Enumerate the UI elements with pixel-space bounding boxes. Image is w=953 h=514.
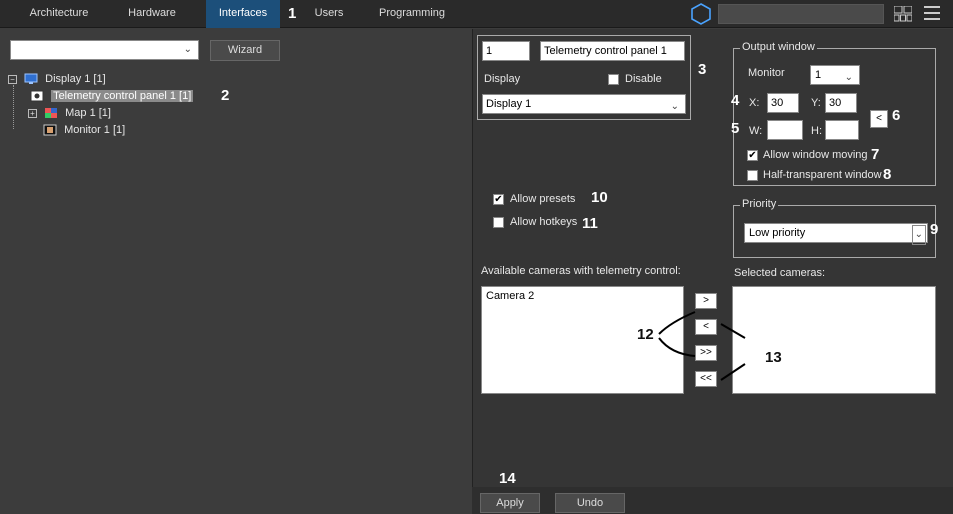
priority-select[interactable]: Low priority ⌄: [744, 223, 928, 245]
annotation-6: 6: [892, 107, 901, 124]
allow-presets-checkbox[interactable]: ✔: [493, 194, 504, 205]
allow-hotkeys-label: Allow hotkeys: [510, 216, 578, 228]
annotation-5: 5: [731, 120, 740, 137]
apply-button[interactable]: Apply: [480, 493, 540, 513]
list-item[interactable]: Camera 2: [486, 290, 679, 302]
output-window-group: Output window Monitor 1 ⌄ X: 30 Y: 30 < …: [733, 41, 936, 186]
y-label: Y:: [811, 97, 821, 109]
properties-panel: 1 Telemetry control panel 1 Display Disa…: [472, 29, 953, 514]
x-field[interactable]: 30: [767, 93, 799, 113]
wizard-button[interactable]: Wizard: [210, 40, 280, 61]
disable-label: Disable: [625, 73, 662, 85]
hexagon-icon[interactable]: [690, 3, 712, 25]
tree-label-selected: Telemetry control panel 1 [1]: [51, 90, 194, 102]
expand-icon[interactable]: +: [28, 108, 37, 118]
allow-moving-checkbox[interactable]: ✔: [747, 150, 758, 161]
priority-title: Priority: [740, 198, 779, 210]
undo-button[interactable]: Undo: [555, 493, 625, 513]
x-label: X:: [749, 97, 760, 109]
display-icon: [24, 73, 38, 85]
top-menu-bar: Architecture Hardware Interfaces Users P…: [0, 0, 953, 28]
annotation-8: 8: [883, 166, 892, 183]
annotation-2: 2: [221, 87, 230, 104]
half-transparent-label: Half-transparent window: [763, 169, 882, 181]
tree-label: Map 1 [1]: [65, 107, 111, 119]
tab-interfaces[interactable]: Interfaces: [206, 0, 280, 28]
name-field[interactable]: Telemetry control panel 1: [540, 41, 685, 61]
search-input[interactable]: [718, 4, 884, 24]
allow-presets-label: Allow presets: [510, 193, 576, 205]
tree-label: Display 1 [1]: [45, 73, 106, 85]
map-icon: [45, 108, 58, 119]
monitor-icon: [43, 124, 57, 136]
annotation-7: 7: [871, 146, 880, 163]
object-type-select[interactable]: ⌄: [10, 40, 199, 60]
annotation-4: 4: [731, 92, 740, 109]
half-transparent-checkbox[interactable]: [747, 170, 758, 181]
action-bar: Apply Undo: [472, 487, 953, 514]
y-field[interactable]: 30: [825, 93, 857, 113]
allow-hotkeys-checkbox[interactable]: [493, 217, 504, 228]
h-label: H:: [811, 125, 822, 137]
monitor-label: Monitor: [748, 67, 785, 79]
display-label: Display: [484, 73, 521, 85]
telemetry-panel-icon: [30, 90, 44, 102]
tree-item-monitor[interactable]: Monitor 1 [1]: [43, 122, 125, 138]
annotation-1: 1: [288, 5, 297, 22]
tab-programming[interactable]: Programming: [366, 0, 458, 28]
general-settings-group: 1 Telemetry control panel 1 Display Disa…: [477, 35, 691, 120]
tree-item-display[interactable]: − Display 1 [1]: [8, 71, 106, 87]
tree-line: [13, 85, 14, 129]
monitor-select[interactable]: 1 ⌄: [810, 65, 860, 85]
collapse-icon[interactable]: −: [8, 74, 17, 84]
tab-architecture[interactable]: Architecture: [18, 0, 100, 28]
chevron-down-icon: ⌄: [670, 101, 679, 112]
tree-item-telemetry-panel[interactable]: Telemetry control panel 1 [1]: [30, 88, 194, 104]
tab-users[interactable]: Users: [304, 0, 354, 28]
object-tree-panel: ⌄ Wizard − Display 1 [1] Telemetry contr…: [0, 29, 471, 514]
h-field[interactable]: [825, 120, 859, 140]
available-cameras-label: Available cameras with telemetry control…: [481, 265, 681, 277]
annotation-14: 14: [499, 470, 516, 487]
chevron-down-icon: ⌄: [183, 44, 192, 55]
annotation-11: 11: [582, 215, 598, 232]
monitor-select-value: 1: [815, 69, 822, 81]
priority-group: Priority Low priority ⌄: [733, 198, 936, 258]
tab-hardware[interactable]: Hardware: [112, 0, 192, 28]
callout-lines: [658, 311, 746, 381]
selected-cameras-label: Selected cameras:: [734, 267, 826, 279]
allow-moving-label: Allow window moving: [763, 149, 868, 161]
reset-size-button[interactable]: <: [870, 110, 888, 128]
annotation-9: 9: [930, 221, 939, 238]
annotation-13: 13: [765, 349, 782, 366]
layout-grid-icon[interactable]: [894, 6, 912, 22]
priority-select-value: Low priority: [749, 227, 806, 239]
tree-item-map[interactable]: + Map 1 [1]: [28, 105, 111, 121]
output-window-title: Output window: [740, 41, 817, 53]
tree-label: Monitor 1 [1]: [64, 124, 126, 136]
annotation-10: 10: [591, 189, 608, 206]
annotation-3: 3: [698, 61, 707, 78]
chevron-down-icon: ⌄: [844, 72, 853, 83]
disable-checkbox[interactable]: [608, 74, 619, 85]
display-select-value: Display 1: [486, 98, 532, 110]
w-label: W:: [749, 125, 763, 137]
hamburger-menu-icon[interactable]: [924, 5, 940, 23]
chevron-down-icon: ⌄: [911, 225, 926, 245]
w-field[interactable]: [767, 120, 803, 140]
id-field[interactable]: 1: [482, 41, 530, 61]
display-select[interactable]: Display 1 ⌄: [482, 94, 686, 114]
annotation-12: 12: [637, 326, 654, 343]
